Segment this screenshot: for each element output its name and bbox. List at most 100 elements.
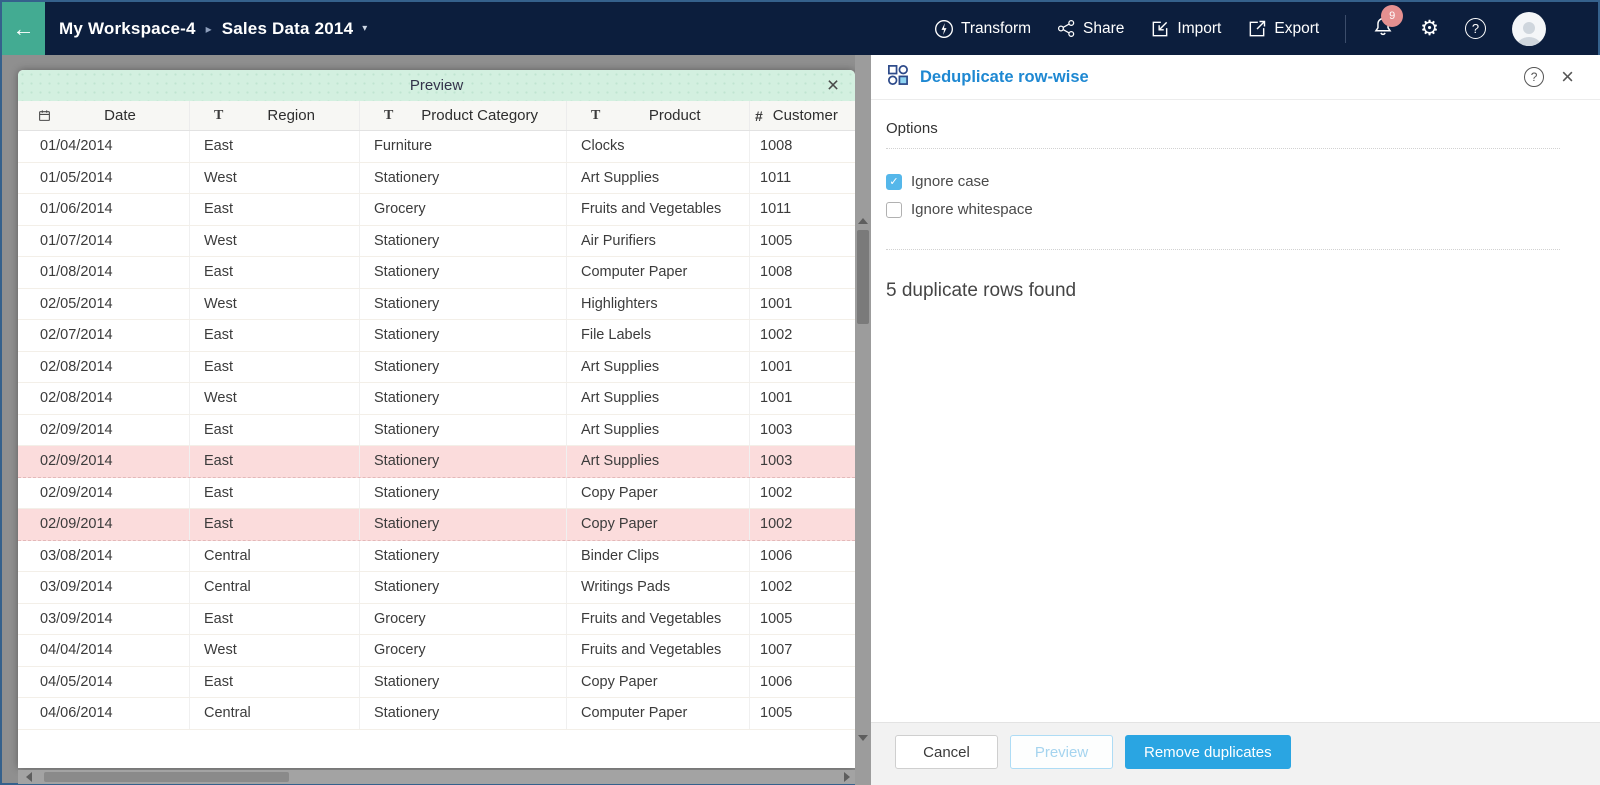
table-row-duplicate: 02/09/2014EastStationeryArt Supplies1003 <box>18 446 855 478</box>
table-cell: 01/06/2014 <box>18 194 190 225</box>
vertical-scrollbar-thumb[interactable] <box>857 230 869 324</box>
column-label: Product Category <box>393 107 566 124</box>
table-cell: Art Supplies <box>567 383 750 414</box>
table-cell: Grocery <box>360 194 567 225</box>
table-cell: Stationery <box>360 163 567 194</box>
breadcrumb-dataset[interactable]: Sales Data 2014 <box>222 19 354 39</box>
preview-header: Preview × <box>18 70 855 101</box>
panel-close-icon[interactable]: × <box>1561 66 1574 88</box>
table-cell: Copy Paper <box>567 667 750 698</box>
result-divider <box>886 249 1560 250</box>
transform-icon <box>934 19 954 39</box>
table-cell: Fruits and Vegetables <box>567 194 750 225</box>
column-header-region[interactable]: TRegion <box>190 101 360 130</box>
table-row: 04/05/2014EastStationeryCopy Paper1006 <box>18 667 855 699</box>
transform-button[interactable]: Transform <box>934 19 1031 39</box>
table-cell: 03/09/2014 <box>18 572 190 603</box>
table-cell: East <box>190 446 360 477</box>
table-cell: Copy Paper <box>567 509 750 540</box>
table-cell: 1002 <box>750 572 855 603</box>
share-button[interactable]: Share <box>1057 19 1124 38</box>
table-row: 02/09/2014EastStationeryArt Supplies1003 <box>18 415 855 447</box>
user-avatar[interactable] <box>1512 12 1546 46</box>
table-cell: West <box>190 635 360 666</box>
duplicate-count-text: 5 duplicate rows found <box>886 280 1560 302</box>
table-cell: 1006 <box>750 541 855 572</box>
table-cell: 1011 <box>750 194 855 225</box>
settings-gear-icon[interactable]: ⚙ <box>1420 18 1439 39</box>
table-row: 01/06/2014EastGroceryFruits and Vegetabl… <box>18 194 855 226</box>
back-button[interactable]: ← <box>2 2 45 55</box>
import-label: Import <box>1177 20 1221 38</box>
table-cell: Stationery <box>360 446 567 477</box>
table-cell: Central <box>190 698 360 729</box>
cancel-button[interactable]: Cancel <box>895 735 998 769</box>
scroll-down-arrow-icon[interactable] <box>858 735 868 741</box>
table-cell: 02/08/2014 <box>18 383 190 414</box>
table-cell: West <box>190 383 360 414</box>
checkbox-checked-icon[interactable]: ✓ <box>886 174 902 190</box>
notifications-button[interactable]: 9 <box>1372 15 1394 42</box>
column-header-product[interactable]: TProduct <box>567 101 750 130</box>
table-cell: 1001 <box>750 289 855 320</box>
text-type-icon: T <box>384 108 393 124</box>
checkbox-unchecked-icon[interactable] <box>886 202 902 218</box>
table-cell: 03/09/2014 <box>18 604 190 635</box>
table-cell: 03/08/2014 <box>18 541 190 572</box>
column-label: Date <box>51 107 189 124</box>
column-header-customer[interactable]: #Customer <box>750 101 855 130</box>
horizontal-scrollbar[interactable] <box>18 770 855 784</box>
table-cell: 02/09/2014 <box>18 478 190 509</box>
remove-duplicates-button[interactable]: Remove duplicates <box>1125 735 1291 769</box>
preview-title: Preview <box>410 77 463 94</box>
scroll-left-arrow-icon[interactable] <box>26 772 32 782</box>
table-cell: 1005 <box>750 226 855 257</box>
table-cell: 1002 <box>750 509 855 540</box>
help-icon[interactable]: ? <box>1465 18 1486 39</box>
breadcrumb-workspace[interactable]: My Workspace-4 <box>59 19 196 39</box>
scroll-up-arrow-icon[interactable] <box>858 218 868 224</box>
table-cell: East <box>190 320 360 351</box>
table-cell: Stationery <box>360 257 567 288</box>
back-arrow-icon: ← <box>13 16 35 42</box>
table-cell: Central <box>190 572 360 603</box>
table-cell: 1011 <box>750 163 855 194</box>
table-row: 02/05/2014WestStationeryHighlighters1001 <box>18 289 855 321</box>
checkbox-label: Ignore case <box>911 173 989 190</box>
export-button[interactable]: Export <box>1247 19 1319 39</box>
import-button[interactable]: Import <box>1150 19 1221 39</box>
options-divider <box>886 148 1560 149</box>
table-cell: Furniture <box>360 131 567 162</box>
table-row: 01/04/2014EastFurnitureClocks1008 <box>18 131 855 163</box>
preview-close-icon[interactable]: × <box>819 70 847 101</box>
table-row: 01/05/2014WestStationeryArt Supplies1011 <box>18 163 855 195</box>
table-cell: 02/05/2014 <box>18 289 190 320</box>
table-cell: 02/09/2014 <box>18 415 190 446</box>
table-cell: Stationery <box>360 478 567 509</box>
horizontal-scrollbar-thumb[interactable] <box>44 772 289 782</box>
table-row: 02/08/2014EastStationeryArt Supplies1001 <box>18 352 855 384</box>
table-cell: 1008 <box>750 131 855 162</box>
table-cell: East <box>190 509 360 540</box>
table-cell: Central <box>190 541 360 572</box>
table-cell: Highlighters <box>567 289 750 320</box>
table-cell: East <box>190 257 360 288</box>
table-cell: Stationery <box>360 572 567 603</box>
table-cell: 02/08/2014 <box>18 352 190 383</box>
table-cell: 01/04/2014 <box>18 131 190 162</box>
preview-button[interactable]: Preview <box>1010 735 1113 769</box>
column-header-date[interactable]: Date <box>18 101 190 130</box>
breadcrumb: My Workspace-4 ▸ Sales Data 2014 ▾ <box>59 19 367 39</box>
checkbox-ignore-case[interactable]: ✓ Ignore case <box>886 173 1560 190</box>
panel-help-icon[interactable]: ? <box>1524 67 1544 87</box>
chevron-down-icon[interactable]: ▾ <box>362 23 367 34</box>
vertical-scrollbar[interactable] <box>855 55 871 785</box>
breadcrumb-separator-icon: ▸ <box>206 22 212 36</box>
table-cell: Stationery <box>360 415 567 446</box>
scroll-right-arrow-icon[interactable] <box>844 772 850 782</box>
column-header-product-category[interactable]: TProduct Category <box>360 101 567 130</box>
table-body: 01/04/2014EastFurnitureClocks100801/05/2… <box>18 131 855 730</box>
checkbox-ignore-whitespace[interactable]: Ignore whitespace <box>886 201 1560 218</box>
table-cell: Writings Pads <box>567 572 750 603</box>
panel-title[interactable]: Deduplicate row-wise <box>920 68 1089 87</box>
